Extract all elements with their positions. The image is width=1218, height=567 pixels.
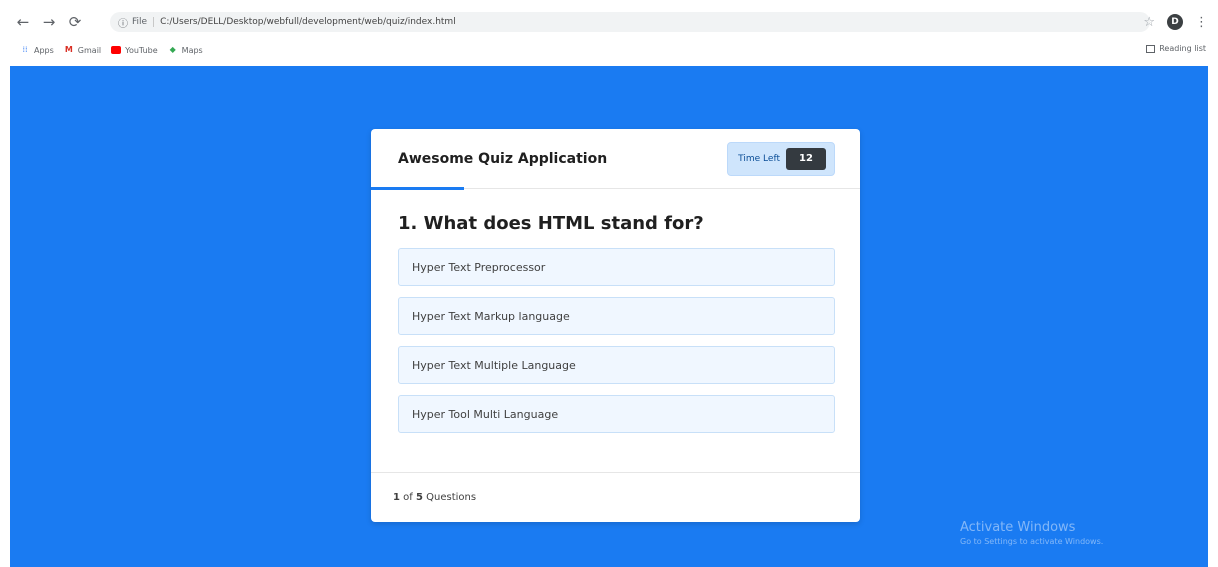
- bookmarks-bar: ⁞⁞ Apps M Gmail YouTube ◆ Maps Reading l…: [0, 40, 1218, 60]
- bookmark-label: Gmail: [77, 45, 102, 55]
- address-bar[interactable]: ⓘ File C:/Users/DELL/Desktop/webfull/dev…: [110, 12, 1150, 32]
- bookmark-gmail[interactable]: M Gmail: [64, 46, 101, 55]
- bookmark-label: YouTube: [125, 45, 158, 55]
- back-arrow-icon[interactable]: ←: [12, 11, 34, 33]
- answer-option[interactable]: Hyper Text Preprocessor: [398, 248, 835, 286]
- browser-toolbar: ← → ⟳ ⓘ File C:/Users/DELL/Desktop/webfu…: [0, 8, 1218, 36]
- quiz-box: Awesome Quiz Application Time Left 12 1.…: [371, 129, 860, 522]
- timer: Time Left 12: [727, 141, 835, 176]
- question-counter: 1 of 5 Questions: [393, 492, 476, 503]
- quiz-title: Awesome Quiz Application: [398, 150, 608, 167]
- activation-watermark: Activate Windows Go to Settings to activ…: [960, 520, 1103, 546]
- counter-of: of: [403, 492, 413, 503]
- bookmark-star-icon[interactable]: ☆: [1143, 15, 1155, 30]
- question-text: 1. What does HTML stand for?: [398, 213, 704, 234]
- quiz-footer: 1 of 5 Questions: [371, 472, 860, 522]
- watermark-title: Activate Windows: [960, 520, 1076, 535]
- watermark-subtitle: Go to Settings to activate Windows.: [960, 537, 1104, 546]
- profile-avatar[interactable]: D: [1167, 14, 1183, 30]
- page-background: Awesome Quiz Application Time Left 12 1.…: [10, 66, 1208, 567]
- bookmark-label: Apps: [34, 45, 54, 55]
- question-section: 1. What does HTML stand for? Hyper Text …: [371, 189, 860, 433]
- url-text[interactable]: C:/Users/DELL/Desktop/webfull/developmen…: [160, 17, 456, 27]
- reading-list-icon: [1146, 44, 1156, 53]
- answer-option[interactable]: Hyper Text Markup language: [398, 297, 835, 335]
- youtube-icon: [111, 46, 122, 54]
- bookmark-youtube[interactable]: YouTube: [111, 46, 158, 55]
- reload-icon[interactable]: ⟳: [64, 11, 86, 33]
- current-question-number: 1: [393, 492, 400, 503]
- apps-grid-icon: ⁞⁞: [22, 45, 28, 54]
- reading-list-label: Reading list: [1159, 44, 1206, 53]
- total-question-number: 5: [415, 492, 423, 503]
- bookmark-maps[interactable]: ◆ Maps: [168, 46, 203, 55]
- time-progress-line: [371, 187, 464, 190]
- reading-list-button[interactable]: Reading list: [1146, 44, 1206, 53]
- option-list: Hyper Text Preprocessor Hyper Text Marku…: [398, 248, 835, 433]
- counter-label: Questions: [426, 492, 477, 503]
- answer-option[interactable]: Hyper Text Multiple Language: [398, 346, 835, 384]
- quiz-header: Awesome Quiz Application Time Left 12: [371, 129, 860, 190]
- maps-pin-icon: ◆: [169, 45, 176, 54]
- menu-kebab-icon[interactable]: ⋮: [1195, 15, 1208, 30]
- gmail-icon: M: [64, 45, 73, 54]
- url-scheme: File: [132, 17, 155, 27]
- info-icon[interactable]: ⓘ: [118, 15, 128, 30]
- timer-seconds: 12: [786, 147, 826, 170]
- answer-option[interactable]: Hyper Tool Multi Language: [398, 395, 835, 433]
- timer-label: Time Left: [738, 153, 780, 164]
- forward-arrow-icon[interactable]: →: [38, 11, 60, 33]
- bookmark-apps[interactable]: ⁞⁞ Apps: [20, 45, 54, 55]
- bookmark-label: Maps: [181, 45, 203, 55]
- browser-chrome: ← → ⟳ ⓘ File C:/Users/DELL/Desktop/webfu…: [0, 0, 1218, 66]
